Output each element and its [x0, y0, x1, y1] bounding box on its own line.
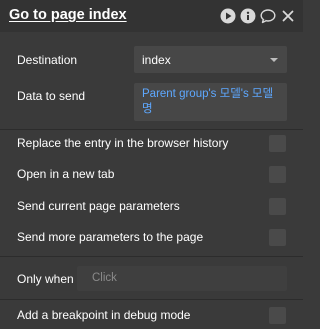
only-when-field[interactable]: Click [77, 266, 287, 291]
send-current-params-checkbox[interactable] [269, 198, 286, 215]
only-when-label: Only when [17, 272, 74, 286]
destination-dropdown[interactable]: index [134, 46, 287, 73]
replace-history-checkbox[interactable] [269, 135, 286, 152]
close-icon[interactable] [280, 8, 296, 24]
panel-title[interactable]: Go to page index [9, 7, 127, 23]
send-more-params-checkbox[interactable] [269, 229, 286, 246]
header-icons [220, 8, 296, 24]
open-new-tab-label: Open in a new tab [17, 167, 115, 181]
info-icon[interactable] [240, 8, 256, 24]
data-to-send-field[interactable]: Parent group's 모델's 모델명 [134, 83, 287, 121]
section-divider [0, 129, 303, 130]
section-divider [0, 299, 303, 300]
section-divider [0, 256, 303, 257]
destination-label: Destination [17, 53, 78, 67]
action-panel: Go to page index Destination index Data … [0, 0, 303, 329]
destination-value: index [142, 53, 171, 67]
data-to-send-expression[interactable]: Parent group's 모델's 모델명 [142, 87, 282, 117]
send-more-params-label: Send more parameters to the page [17, 230, 204, 244]
chevron-down-icon [270, 58, 278, 62]
panel-header: Go to page index [0, 0, 303, 32]
only-when-placeholder: Click [92, 272, 117, 284]
data-to-send-label: Data to send [17, 89, 86, 103]
replace-history-label: Replace the entry in the browser history [17, 136, 229, 150]
breakpoint-label: Add a breakpoint in debug mode [17, 308, 191, 322]
comment-icon[interactable] [260, 8, 276, 24]
send-current-params-label: Send current page parameters [17, 199, 180, 213]
play-icon[interactable] [220, 8, 236, 24]
open-new-tab-checkbox[interactable] [269, 166, 286, 183]
breakpoint-checkbox[interactable] [269, 307, 286, 324]
